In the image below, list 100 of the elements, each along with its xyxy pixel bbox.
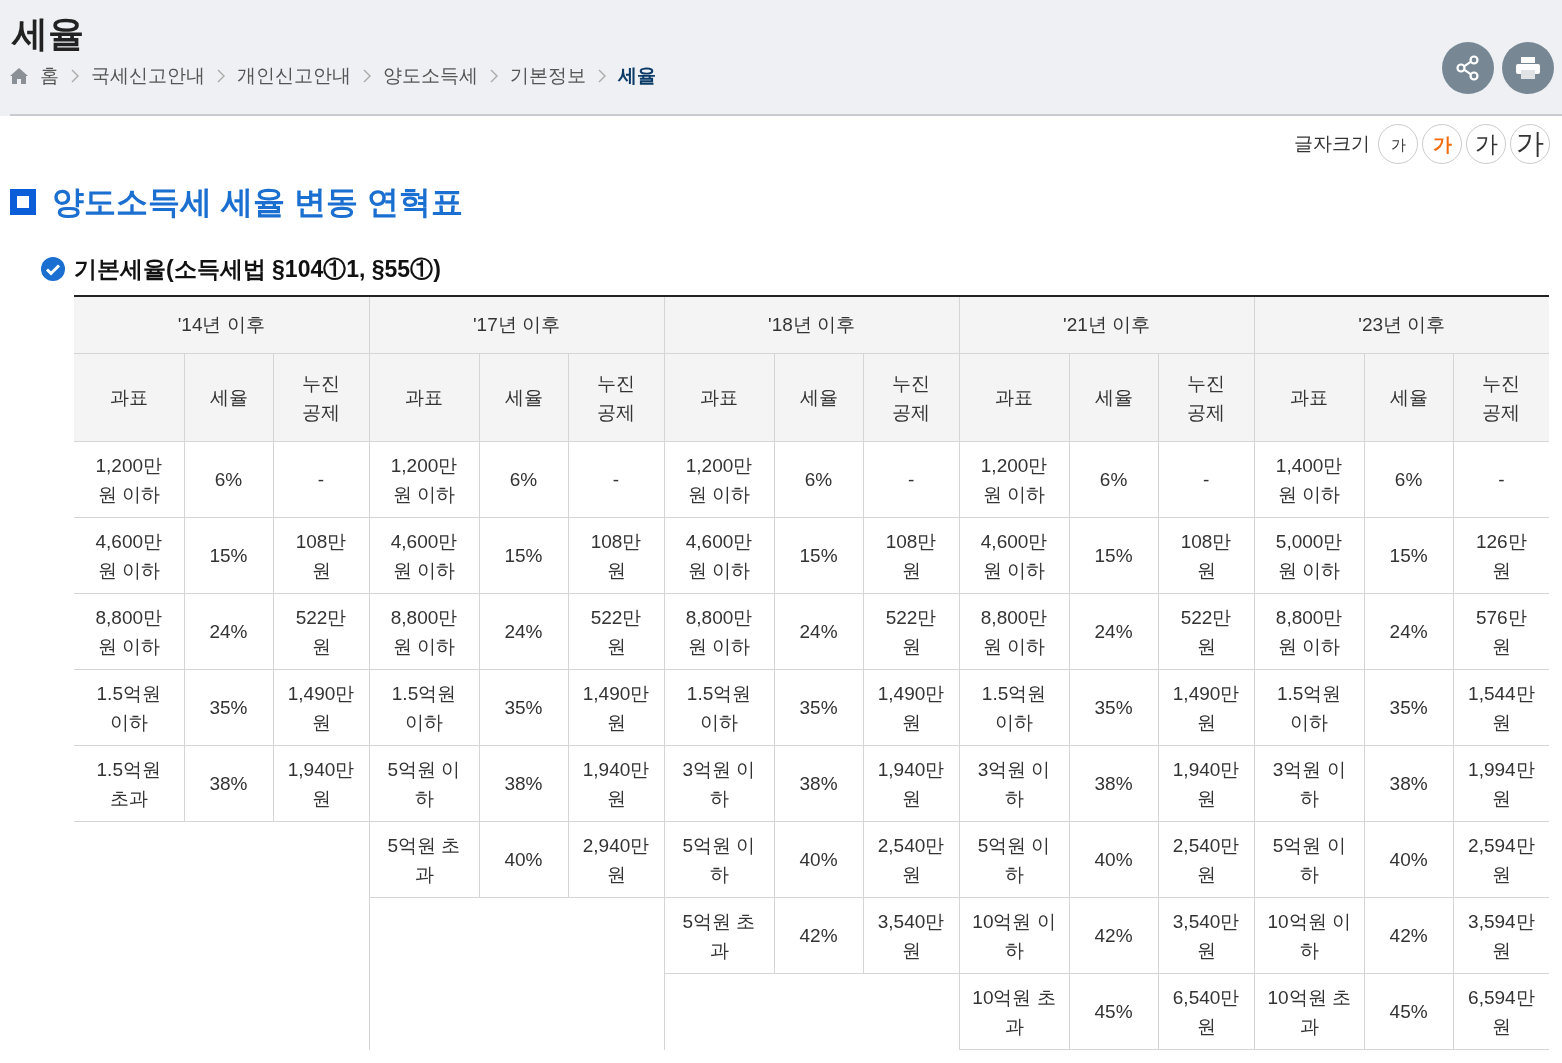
table-cell: 42%	[1364, 897, 1454, 974]
column-header: 과표	[664, 353, 775, 442]
table-cell: 3억원 이하	[959, 745, 1070, 822]
table-cell: -	[568, 441, 665, 518]
column-header: 누진 공제	[863, 353, 960, 442]
column-header: '14년 이후	[74, 295, 369, 354]
table-cell: 108만 원	[273, 517, 369, 594]
table-cell: 35%	[184, 669, 273, 746]
column-header: '21년 이후	[959, 295, 1255, 354]
table-cell: 35%	[1069, 669, 1159, 746]
table-cell: 6%	[184, 441, 273, 518]
table-cell: 522만 원	[863, 593, 960, 670]
table-cell: 40%	[774, 821, 864, 898]
table-cell: 108만 원	[863, 517, 960, 594]
table-cell: 42%	[774, 897, 864, 974]
table-cell: 38%	[774, 745, 864, 822]
table-cell: 15%	[774, 517, 864, 594]
column-header: 세율	[1069, 353, 1159, 442]
table-cell: 5억원 이하	[664, 821, 775, 898]
table-cell: 1,200만 원 이하	[369, 441, 479, 518]
table-cell: 1,400만 원 이하	[1254, 441, 1365, 518]
table-cell: 10억원 이하	[1254, 897, 1365, 974]
breadcrumb-link[interactable]: 기본정보	[510, 61, 586, 91]
table-cell: -	[863, 441, 960, 518]
table-cell: 5억원 이하	[1254, 821, 1365, 898]
table-cell: 38%	[1364, 745, 1454, 822]
table-cell: 10억원 초과	[1254, 973, 1365, 1050]
table-cell: 10억원 이하	[959, 897, 1070, 974]
table-cell: 24%	[479, 593, 568, 670]
table-cell: 522만 원	[1158, 593, 1255, 670]
breadcrumb-link[interactable]: 양도소득세	[383, 61, 478, 91]
font-size-button[interactable]: 가	[1378, 124, 1418, 164]
table-cell: 1,200만 원 이하	[959, 441, 1070, 518]
table-cell: 15%	[1069, 517, 1159, 594]
print-button[interactable]	[1502, 42, 1554, 94]
table-cell: 1,490만 원	[568, 669, 665, 746]
table-cell: 45%	[1069, 973, 1159, 1050]
column-header: '23년 이후	[1254, 295, 1550, 354]
column-header: 세율	[1364, 353, 1454, 442]
page-title: 세율	[12, 14, 85, 54]
table-cell: 3,540만 원	[1158, 897, 1255, 974]
table-cell: 6,540만 원	[1158, 973, 1255, 1050]
table-cell: 15%	[184, 517, 273, 594]
breadcrumb-link[interactable]: 세율	[618, 61, 656, 91]
table-cell: 5억원 이하	[959, 821, 1070, 898]
table-cell: 3억원 이하	[664, 745, 775, 822]
table-cell: 1.5억원 이하	[664, 669, 775, 746]
table-cell: 6%	[1069, 441, 1159, 518]
table-cell: 5억원 초과	[664, 897, 775, 974]
table-cell: 4,600만 원 이하	[664, 517, 775, 594]
table-cell: 8,800만 원 이하	[369, 593, 479, 670]
table-cell: 24%	[1364, 593, 1454, 670]
table-cell: 35%	[479, 669, 568, 746]
table-cell: 24%	[774, 593, 864, 670]
chevron-icon	[71, 67, 79, 84]
breadcrumb-link[interactable]: 국세신고안내	[91, 61, 205, 91]
table-cell: 1.5억원 이하	[74, 669, 184, 746]
table-cell: 35%	[1364, 669, 1454, 746]
table-cell: 8,800만 원 이하	[74, 593, 184, 670]
table-cell: 24%	[1069, 593, 1159, 670]
table-cell: 5,000만 원 이하	[1254, 517, 1365, 594]
column-header: '18년 이후	[664, 295, 960, 354]
table-cell: 2,940만 원	[568, 821, 665, 898]
table-cell: 38%	[184, 745, 273, 822]
table-cell: 1.5억원 이하	[369, 669, 479, 746]
font-size-button[interactable]: 가	[1510, 124, 1550, 164]
print-icon	[1515, 56, 1541, 80]
table-cell: 8,800만 원 이하	[959, 593, 1070, 670]
table-cell: -	[273, 441, 369, 518]
chevron-icon	[217, 67, 225, 84]
column-header: 누진 공제	[1453, 353, 1550, 442]
home-icon	[10, 67, 28, 84]
column-header: 세율	[774, 353, 864, 442]
column-header: 세율	[184, 353, 273, 442]
column-header: 누진 공제	[1158, 353, 1255, 442]
share-button[interactable]	[1442, 42, 1494, 94]
table-cell: 522만 원	[273, 593, 369, 670]
subsection-title: 기본세율(소득세법 §104①1, §55①)	[74, 255, 441, 284]
table-cell: 40%	[1364, 821, 1454, 898]
breadcrumb-link[interactable]: 홈	[40, 61, 59, 91]
column-header: 과표	[959, 353, 1070, 442]
table-cell: 4,600만 원 이하	[74, 517, 184, 594]
table-cell: 35%	[774, 669, 864, 746]
font-size-button[interactable]: 가	[1466, 124, 1506, 164]
column-header: 과표	[369, 353, 479, 442]
column-header: 누진 공제	[273, 353, 369, 442]
table-cell: 8,800만 원 이하	[1254, 593, 1365, 670]
chevron-icon	[490, 67, 498, 84]
table-cell: 6%	[774, 441, 864, 518]
table-cell: 5억원 이하	[369, 745, 479, 822]
table-cell: 2,540만 원	[863, 821, 960, 898]
table-cell: 1,490만 원	[1158, 669, 1255, 746]
column-header: 과표	[74, 353, 184, 442]
breadcrumb-link[interactable]: 개인신고안내	[237, 61, 351, 91]
chevron-icon	[363, 67, 371, 84]
table-cell: 24%	[184, 593, 273, 670]
table-cell: 40%	[1069, 821, 1159, 898]
table-cell: 1,200만 원 이하	[74, 441, 184, 518]
check-circle-icon	[40, 256, 66, 283]
table-cell: 45%	[1364, 973, 1454, 1050]
